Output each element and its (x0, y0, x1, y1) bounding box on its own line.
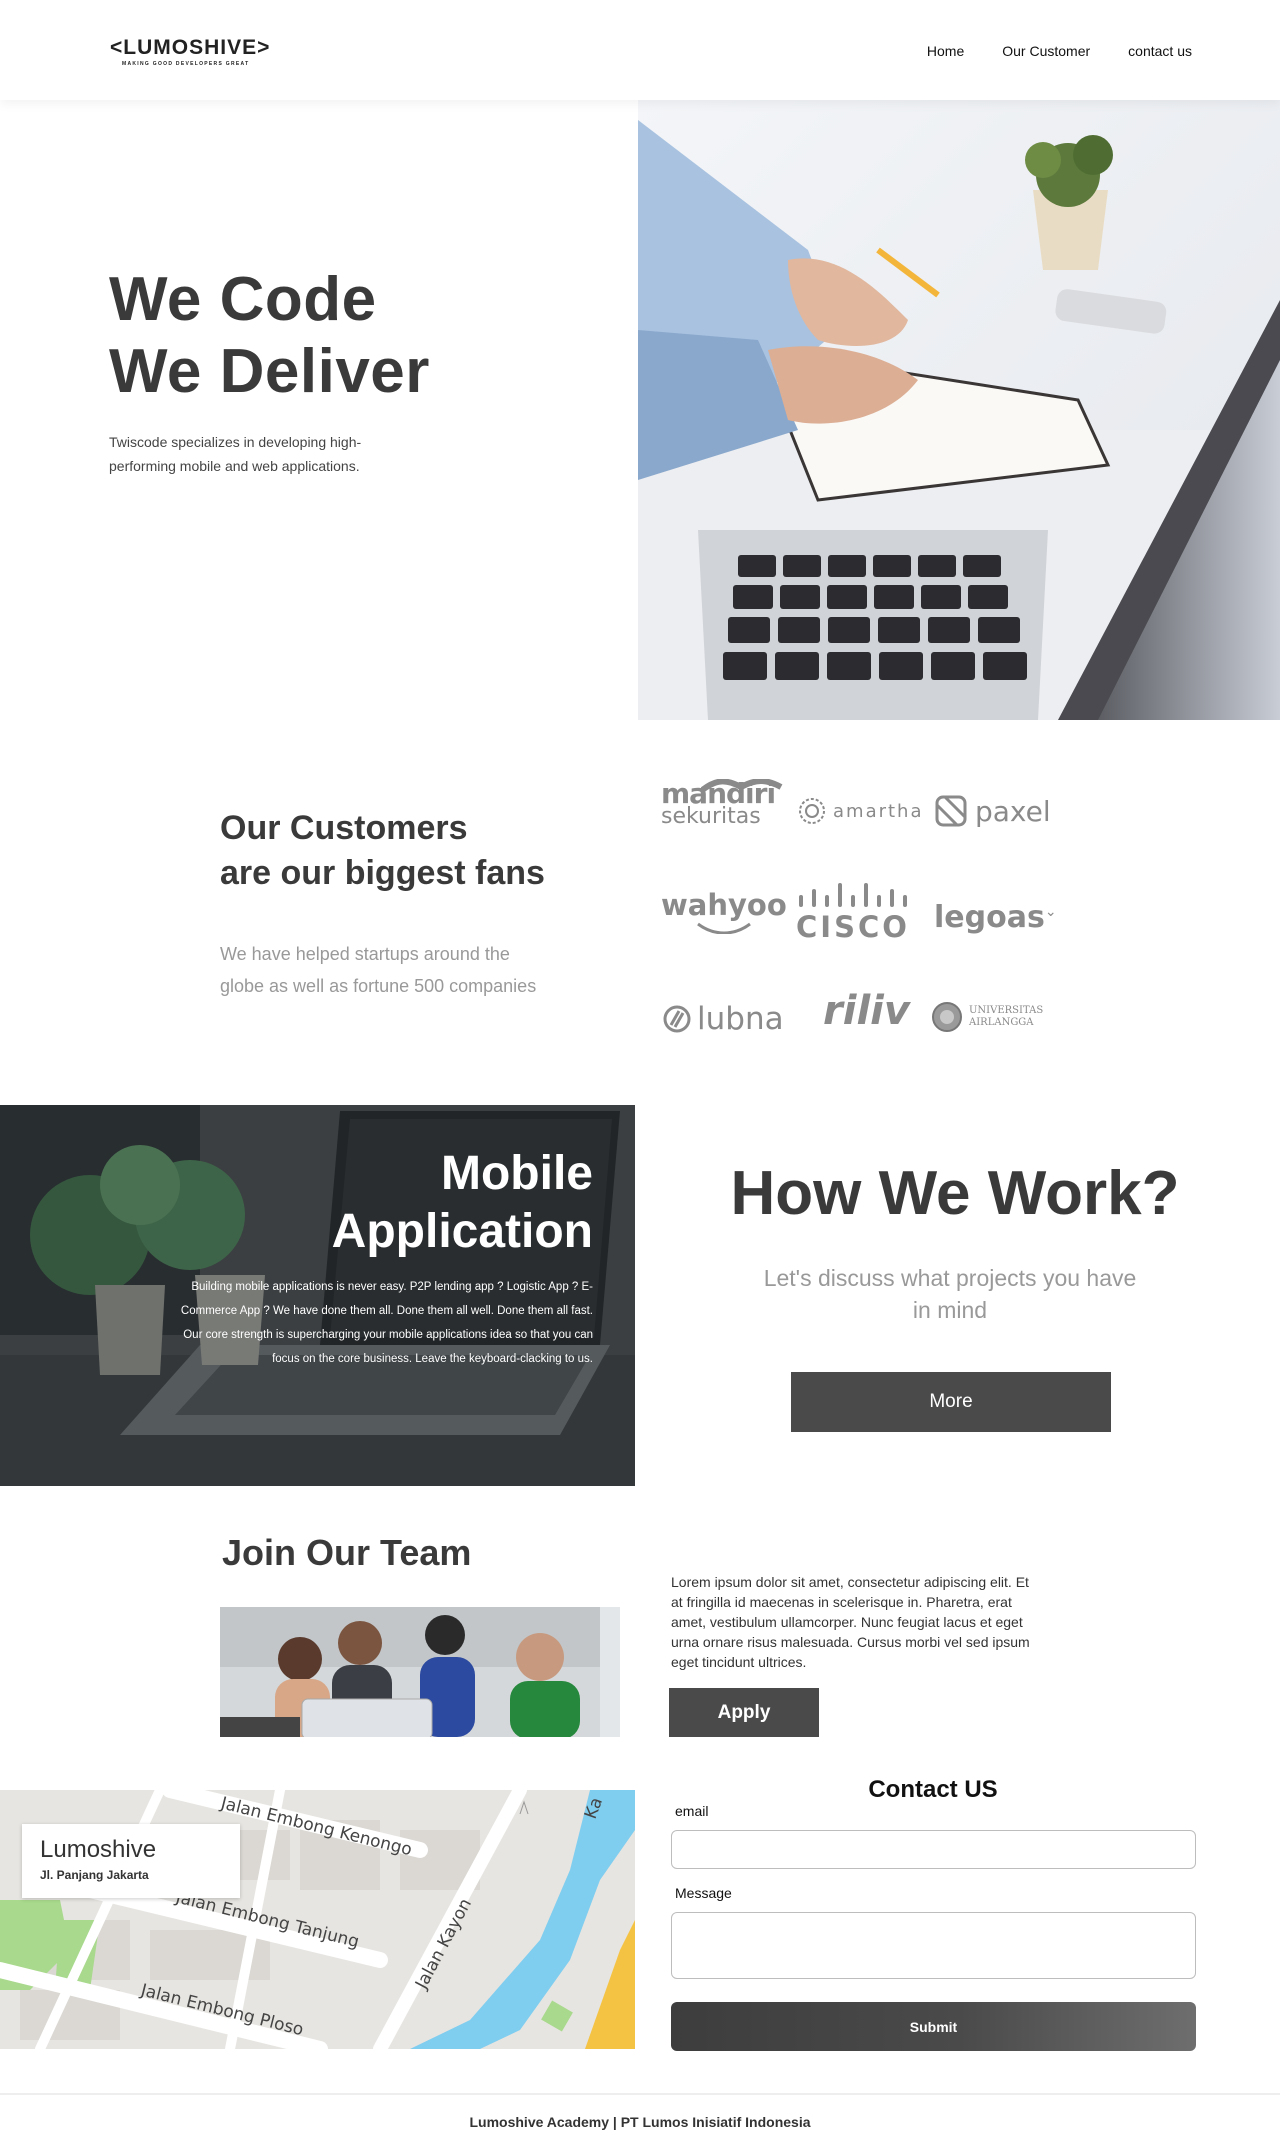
lubna-leaf-icon (663, 1005, 691, 1033)
email-input[interactable] (671, 1830, 1196, 1869)
paxel-box-icon (935, 795, 967, 827)
mobile-application-title: Mobile Application (173, 1145, 593, 1261)
customers-text: Our Customers are our biggest fans We ha… (220, 806, 640, 1002)
paxel-text: paxel (975, 794, 1051, 828)
message-textarea[interactable] (671, 1912, 1196, 1979)
logo-lubna: lubna (663, 1001, 784, 1037)
logo-paxel: paxel (933, 793, 1051, 829)
how-we-work-title: How We Work? (730, 1159, 1180, 1228)
amartha-text: amartha (833, 800, 924, 822)
logo-legoas: legoas ⌄ (934, 900, 1057, 935)
email-label: email (675, 1803, 709, 1819)
message-label: Message (675, 1885, 732, 1901)
hero-text: We Code We Deliver Twiscode specializes … (109, 264, 609, 478)
map-card-title: Lumoshive (40, 1836, 157, 1863)
mobile-title-line2: Application (331, 1205, 593, 1258)
contact-title: Contact US (868, 1776, 998, 1803)
logo-wahyoo: wahyoo (661, 888, 787, 934)
brand-tagline: MAKING GOOD DEVELOPERS GREAT (122, 61, 250, 67)
footer-text: Lumoshive Academy | PT Lumos Inisiatif I… (469, 2114, 811, 2130)
hero-title-line1: We Code (109, 265, 377, 334)
footer-divider (0, 2093, 1280, 2095)
customers-description: We have helped startups around the globe… (220, 944, 537, 996)
hero-title: We Code We Deliver (109, 264, 609, 408)
brand-logo[interactable]: <LUMOSHIVE> MAKING GOOD DEVELOPERS GREAT (110, 36, 270, 67)
sekuritas-text: sekuritas (661, 804, 761, 829)
submit-button[interactable]: Submit (671, 2002, 1196, 2051)
airlangga-line1: UNIVERSITAS (969, 1005, 1044, 1016)
legoas-text: legoas (934, 900, 1045, 935)
more-button[interactable]: More (791, 1372, 1111, 1432)
map-location-card: Lumoshive Jl. Panjang Jakarta (22, 1824, 240, 1898)
cisco-text: CISCO (796, 910, 910, 944)
airlangga-text: UNIVERSITAS AIRLANGGA (969, 1005, 1043, 1029)
wahyoo-text: wahyoo (661, 888, 787, 922)
logo-mandiri-sekuritas: mandiri sekuritas (661, 779, 783, 829)
logo-universitas-airlangga: UNIVERSITAS AIRLANGGA (931, 1001, 1043, 1033)
customer-logo-grid: mandiri sekuritas amartha paxel wahyoo C… (660, 776, 1100, 1046)
map-card-address: Jl. Panjang Jakarta (40, 1868, 149, 1882)
nav-our-customer-link[interactable]: Our Customer (1002, 43, 1090, 59)
nav-contact-us-link[interactable]: contact us (1128, 43, 1192, 59)
customers-title: Our Customers are our biggest fans (220, 806, 640, 896)
hero-description: Twiscode specializes in developing high-… (109, 434, 362, 474)
mandiri-wave-icon (701, 779, 783, 793)
nav-home-link[interactable]: Home (927, 43, 964, 59)
airlangga-line2: AIRLANGGA (969, 1017, 1034, 1028)
hero-laptop-photo (638, 100, 1280, 720)
mobile-application-card: Mobile Application Building mobile appli… (0, 1105, 635, 1486)
brand-name: <LUMOSHIVE> (110, 36, 271, 59)
customers-title-line2: are our biggest fans (220, 854, 545, 892)
top-navbar: <LUMOSHIVE> MAKING GOOD DEVELOPERS GREAT… (0, 0, 1280, 100)
cisco-bars-icon (798, 883, 907, 907)
nav-links: Home Our Customer contact us (889, 43, 1192, 59)
mobile-application-text: Mobile Application Building mobile appli… (173, 1145, 593, 1371)
team-photo (220, 1607, 620, 1737)
apply-button[interactable]: Apply (669, 1688, 819, 1737)
mobile-title-line1: Mobile (441, 1147, 593, 1200)
wahyoo-smile-icon (696, 922, 751, 934)
mobile-application-description: Building mobile applications is never ea… (180, 1281, 593, 1365)
lubna-text: lubna (697, 1001, 784, 1037)
amartha-flower-icon (799, 798, 825, 824)
logo-amartha: amartha (797, 796, 924, 826)
riliv-text: riliv (823, 988, 910, 1034)
join-team-description: Lorem ipsum dolor sit amet, consectetur … (671, 1574, 1030, 1670)
location-map[interactable]: Jalan Embong Kenongo Jalan Embong Tanjun… (0, 1790, 635, 2049)
logo-riliv: riliv (823, 988, 910, 1034)
hero-title-line2: We Deliver (109, 337, 430, 406)
customers-title-line1: Our Customers (220, 809, 468, 847)
logo-cisco: CISCO (796, 883, 910, 944)
join-team-title: Join Our Team (222, 1532, 472, 1573)
legoas-chevron-icon: ⌄ (1044, 903, 1057, 920)
how-we-work-subtitle: Let's discuss what projects you have in … (763, 1265, 1137, 1323)
airlangga-seal-icon (932, 1002, 962, 1032)
